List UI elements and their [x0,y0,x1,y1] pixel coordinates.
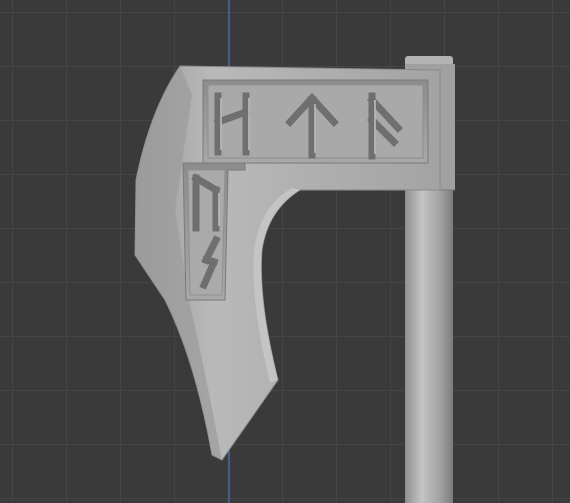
3d-viewport[interactable] [0,0,570,503]
viewport-canvas[interactable] [0,0,570,503]
